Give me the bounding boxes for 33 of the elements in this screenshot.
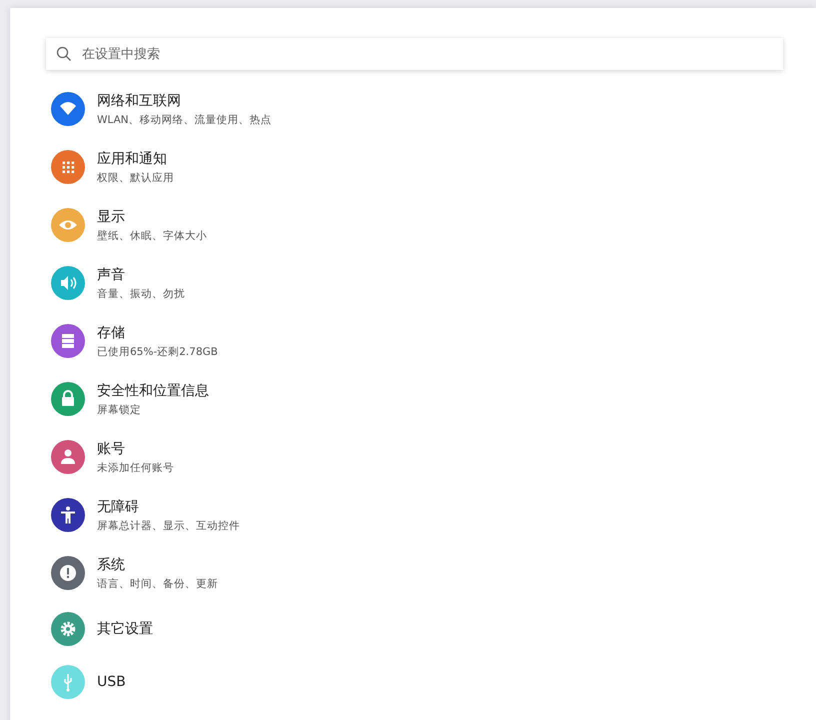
settings-item[interactable]: 无障碍 屏幕总计器、显示、互动控件 xyxy=(46,486,248,544)
settings-item[interactable]: USB xyxy=(46,655,134,708)
settings-item[interactable]: 应用和通知 权限、默认应用 xyxy=(46,138,182,196)
settings-item[interactable]: 显示 壁纸、休眠、字体大小 xyxy=(46,196,215,254)
settings-item[interactable]: 存储 已使用65%-还剩2.78GB xyxy=(46,312,226,370)
item-title: 声音 xyxy=(97,266,126,284)
search-icon xyxy=(56,46,72,62)
item-subtitle: 权限、默认应用 xyxy=(97,170,174,184)
settings-item[interactable]: 安全性和位置信息 屏幕锁定 xyxy=(46,370,217,428)
item-title: 应用和通知 xyxy=(97,150,168,168)
item-title: 显示 xyxy=(97,208,126,226)
search-field[interactable]: 在设置中搜索 xyxy=(80,46,773,62)
item-title: 网络和互联网 xyxy=(97,92,182,110)
item-subtitle: 壁纸、休眠、字体大小 xyxy=(97,228,207,242)
item-title: 其它设置 xyxy=(97,620,153,638)
item-subtitle: 语言、时间、备份、更新 xyxy=(97,576,218,590)
settings-item[interactable]: 账号 未添加任何账号 xyxy=(46,428,182,486)
item-title: USB xyxy=(97,674,126,690)
item-subtitle: WLAN、移动网络、流量使用、热点 xyxy=(97,112,272,126)
settings-item[interactable]: 声音 音量、振动、勿扰 xyxy=(46,254,193,312)
settings-item[interactable]: 系统 语言、时间、备份、更新 xyxy=(46,544,226,602)
item-subtitle: 已使用65%-还剩2.78GB xyxy=(97,344,218,358)
item-subtitle: 屏幕总计器、显示、互动控件 xyxy=(97,518,240,532)
item-subtitle: 音量、振动、勿扰 xyxy=(97,286,185,300)
settings-item[interactable]: 网络和互联网 WLAN、移动网络、流量使用、热点 xyxy=(46,80,280,138)
item-title: 存储 xyxy=(97,324,126,342)
item-title: 系统 xyxy=(97,556,126,574)
item-title: 安全性和位置信息 xyxy=(97,382,209,400)
item-subtitle: 未添加任何账号 xyxy=(97,460,174,474)
item-subtitle: 屏幕锁定 xyxy=(97,402,142,416)
item-title: 无障碍 xyxy=(97,498,140,516)
item-title: 账号 xyxy=(97,440,126,458)
settings-item[interactable]: 其它设置 xyxy=(46,602,161,655)
